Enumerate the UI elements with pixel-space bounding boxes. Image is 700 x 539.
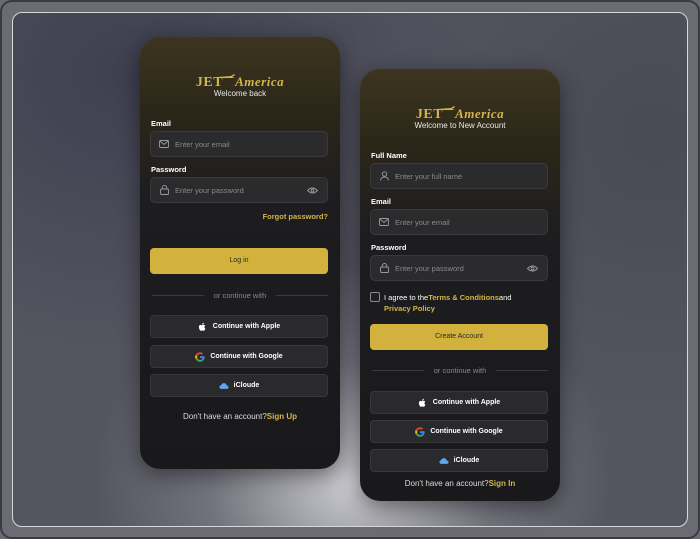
google-button-label: Continue with Google <box>430 428 503 435</box>
apple-icon <box>198 322 208 332</box>
plane-icon <box>437 101 456 110</box>
terms-checkbox[interactable] <box>370 292 380 302</box>
signin-prompt: Don't have an account?Sign In <box>360 479 560 488</box>
apple-login-button[interactable]: Continue with Apple <box>150 315 328 338</box>
welcome-text: Welcome to New Account <box>414 121 506 130</box>
google-login-button[interactable]: Continue with Google <box>370 420 548 443</box>
signup-prompt: Don't have an account?Sign Up <box>140 412 340 421</box>
create-account-button[interactable]: Create Account <box>370 324 548 350</box>
email-input[interactable] <box>395 217 547 227</box>
login-card: JETAmerica Welcome back Email Password F… <box>140 37 340 469</box>
email-label: Email <box>371 197 392 206</box>
password-field[interactable] <box>370 255 548 281</box>
eye-icon[interactable] <box>527 263 539 273</box>
full-name-label: Full Name <box>371 151 407 160</box>
email-field[interactable] <box>150 131 328 157</box>
signin-prompt-text: Don't have an account? <box>404 479 489 488</box>
icloud-button-label: iCloude <box>233 382 260 389</box>
plane-icon <box>217 69 236 78</box>
brand-logo: JET America <box>140 69 340 91</box>
apple-icon <box>418 398 428 408</box>
divider-text: or continue with <box>433 365 487 375</box>
eye-icon[interactable] <box>307 185 319 195</box>
password-input[interactable] <box>395 263 527 273</box>
privacy-link[interactable]: Privacy Policy <box>384 304 435 313</box>
google-icon <box>415 426 425 437</box>
icloud-button-label: iCloude <box>453 457 480 464</box>
lock-icon <box>379 263 389 273</box>
password-label: Password <box>371 243 407 252</box>
password-label: Password <box>151 165 187 174</box>
full-name-field[interactable] <box>370 163 548 189</box>
divider: or continue with <box>372 365 548 375</box>
mail-icon <box>159 139 169 149</box>
divider-text: or continue with <box>213 290 267 300</box>
apple-button-label: Continue with Apple <box>432 399 501 406</box>
lock-icon <box>159 185 169 195</box>
google-login-button[interactable]: Continue with Google <box>150 345 328 368</box>
signin-link[interactable]: Sign In <box>489 479 516 488</box>
terms-text: I agree to theTerms & Conditionsand Priva… <box>384 293 512 313</box>
password-field[interactable] <box>150 177 328 203</box>
divider: or continue with <box>152 290 328 300</box>
cloud-icon <box>219 381 229 391</box>
google-button-label: Continue with Google <box>210 353 283 360</box>
password-input[interactable] <box>175 185 307 195</box>
signup-link[interactable]: Sign Up <box>267 412 297 421</box>
welcome-text: Welcome back <box>213 89 267 98</box>
icloud-login-button[interactable]: iCloude <box>370 449 548 472</box>
apple-login-button[interactable]: Continue with Apple <box>370 391 548 414</box>
icloud-login-button[interactable]: iCloude <box>150 374 328 397</box>
terms-link[interactable]: Terms & Conditions <box>428 293 499 302</box>
login-button[interactable]: Log in <box>150 248 328 274</box>
google-icon <box>195 351 205 362</box>
app-frame <box>12 12 688 527</box>
user-icon <box>379 171 389 181</box>
mail-icon <box>379 217 389 227</box>
full-name-input[interactable] <box>395 171 547 181</box>
email-input[interactable] <box>175 139 327 149</box>
signup-card: JET America Welcome to New Account Full N… <box>360 69 560 501</box>
brand-logo: JET America <box>360 101 560 123</box>
apple-button-label: Continue with Apple <box>212 323 281 330</box>
signup-prompt-text: Don't have an account? <box>182 412 267 421</box>
forgot-password-link[interactable]: Forgot password? <box>263 212 328 221</box>
email-label: Email <box>151 119 172 128</box>
email-field[interactable] <box>370 209 548 235</box>
cloud-icon <box>439 456 449 466</box>
